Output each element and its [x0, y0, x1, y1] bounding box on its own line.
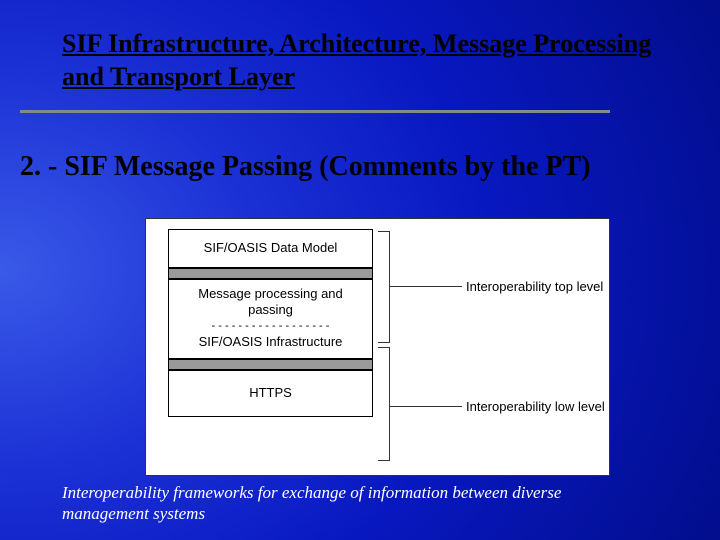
layer-diagram: SIF/OASIS Data Model Message processing … [145, 218, 610, 476]
layer-https: HTTPS [168, 370, 373, 417]
connector-bottom [390, 406, 462, 407]
bracket-top [378, 231, 390, 343]
layer-message-processing: Message processing and passing - - - - -… [168, 279, 373, 360]
label-interop-top: Interoperability top level [466, 279, 603, 294]
middle-dashes: - - - - - - - - - - - - - - - - - - [175, 320, 366, 334]
bracket-bottom [378, 347, 390, 461]
layer-stack: SIF/OASIS Data Model Message processing … [168, 229, 373, 417]
middle-line1: Message processing and [175, 286, 366, 302]
layer-data-model: SIF/OASIS Data Model [168, 229, 373, 268]
label-interop-bottom: Interoperability low level [466, 399, 605, 414]
middle-line2: passing [175, 302, 366, 318]
layer-infrastructure: SIF/OASIS Infrastructure [175, 334, 366, 350]
connector-top [390, 286, 462, 287]
subtitle-number: 2. - [20, 151, 64, 182]
slide-title: SIF Infrastructure, Architecture, Messag… [62, 28, 652, 93]
slide-subtitle: 2. - SIF Message Passing (Comments by th… [20, 148, 700, 186]
footer-caption: Interoperability frameworks for exchange… [62, 482, 622, 525]
gap-bar [168, 268, 373, 279]
subtitle-text: SIF Message Passing (Comments by the PT) [64, 151, 590, 182]
gap-bar [168, 359, 373, 370]
title-divider [20, 110, 610, 113]
